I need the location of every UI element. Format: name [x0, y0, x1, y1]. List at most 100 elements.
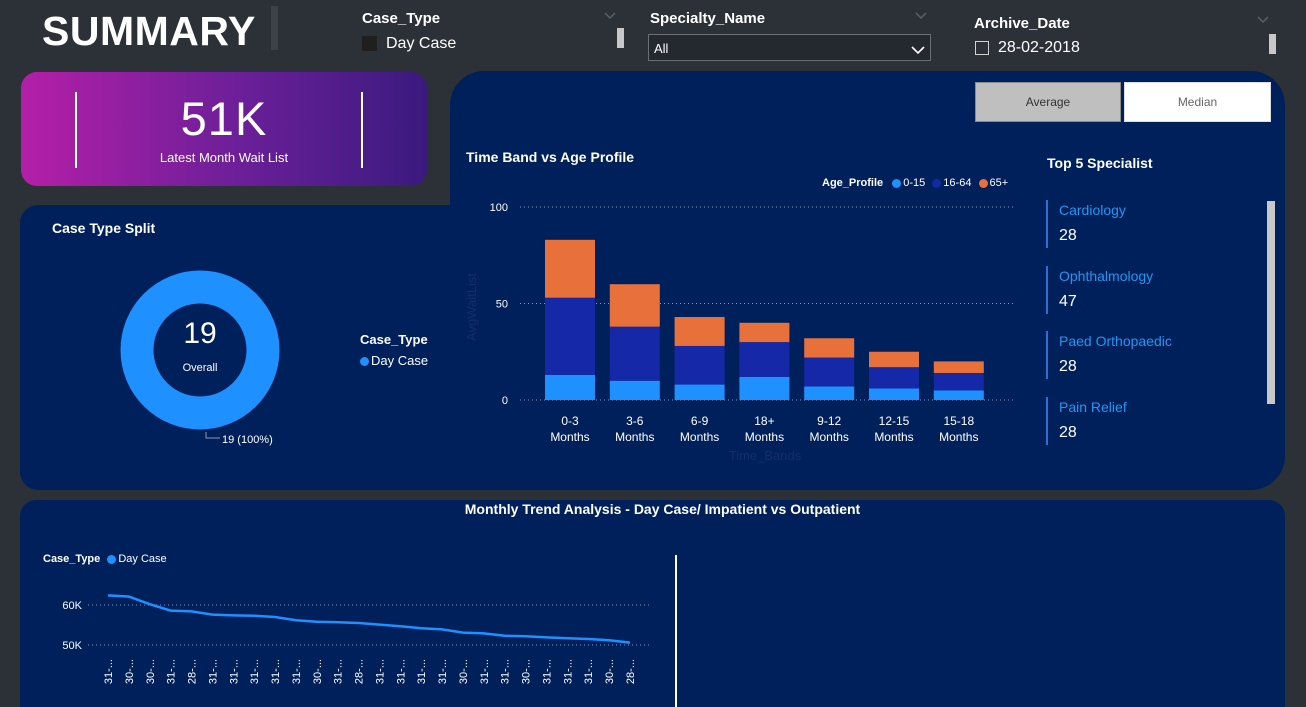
x-tick-label: 31-...: [562, 659, 574, 684]
trend-divider: [675, 555, 677, 707]
x-tick-label: 28-...: [187, 659, 199, 684]
specialist-accent-bar: [1046, 396, 1048, 445]
x-tick-label: Months: [810, 430, 849, 444]
bar-segment-16-64: [933, 372, 984, 391]
x-tick-label: 28-...: [354, 659, 366, 684]
bar-segment-16-64: [739, 342, 790, 377]
donut-legend-title: Case_Type: [360, 332, 428, 347]
bar-legend-item-1: 16-64: [943, 177, 972, 189]
x-tick-label: 31-...: [583, 659, 595, 684]
x-tick-label: 31-...: [395, 659, 407, 684]
x-tick-label: Months: [874, 430, 913, 444]
specialist-accent-bar: [1046, 265, 1048, 314]
chevron-down-icon[interactable]: [604, 12, 616, 22]
specialist-item[interactable]: Paed Orthopaedic 28: [1046, 329, 1256, 384]
donut-center-value: 19: [183, 317, 217, 350]
chevron-down-icon: [911, 42, 925, 60]
bar-legend: Age_Profile 0-15 16-64 65+: [822, 177, 1008, 189]
specialist-value: 28: [1059, 227, 1077, 244]
case-type-slicer-label: Case_Type: [362, 10, 441, 27]
bar-segment-65+: [545, 239, 595, 298]
chevron-down-icon[interactable]: [915, 12, 927, 22]
bar-segment-16-64: [609, 326, 660, 381]
bar-legend-item-0: 0-15: [903, 177, 926, 189]
y-tick-label: 50K: [62, 640, 82, 652]
bar-segment-16-64: [804, 357, 855, 387]
bar-segment-0-15: [674, 384, 725, 400]
bar-segment-65+: [869, 351, 919, 368]
archive-date-option[interactable]: 28-02-2018: [998, 39, 1080, 57]
x-tick-label: 28-...: [625, 659, 637, 684]
day-case-option[interactable]: Day Case: [386, 35, 456, 53]
donut-legend-item[interactable]: Day Case: [360, 353, 428, 368]
donut-leader-line: [205, 432, 220, 439]
chevron-down-icon[interactable]: [1257, 16, 1269, 26]
donut-legend-label: Day Case: [371, 353, 429, 368]
specialty-selected-value: All: [654, 41, 669, 56]
x-tick-label: 31-...: [228, 659, 240, 684]
trend-line: [107, 594, 631, 644]
page-title: SUMMARY: [42, 8, 256, 54]
specialty-slicer-label: Specialty_Name: [650, 10, 766, 27]
legend-dot-icon: [892, 178, 902, 188]
specialist-value: 47: [1059, 292, 1077, 310]
bar-segment-0-15: [869, 388, 919, 400]
bar-segment-0-15: [545, 374, 595, 400]
archive-date-checkbox[interactable]: [975, 41, 989, 55]
y-axis-title: AvgWaitList: [464, 273, 479, 341]
x-tick-label: 31-...: [437, 659, 449, 684]
case-type-split-panel: Case Type Split 19 Overall 19 (100%) Cas…: [20, 205, 453, 490]
case-type-scrollbar[interactable]: [617, 28, 624, 48]
bar-segment-65+: [674, 317, 725, 346]
specialist-item[interactable]: Ophthalmology 47: [1046, 264, 1256, 319]
kpi-card: 51K Latest Month Wait List: [21, 72, 427, 186]
x-tick-label: Months: [615, 430, 654, 444]
bar-segment-0-15: [933, 390, 984, 400]
y-tick-label: 50: [496, 299, 508, 311]
x-tick-label: 31-...: [166, 659, 178, 684]
x-tick-label: 31-...: [249, 659, 261, 684]
legend-dot-icon: [107, 554, 117, 564]
specialist-name: Pain Relief: [1059, 398, 1127, 415]
kpi-label: Latest Month Wait List: [159, 150, 289, 165]
specialist-list: Cardiology 28 Ophthalmology 47 Paed Orthopae…: [1046, 198, 1256, 448]
donut-center-label: Overall: [182, 362, 218, 374]
x-axis-title: Time_Bands: [729, 448, 802, 463]
median-button[interactable]: Median: [1124, 82, 1271, 122]
y-tick-label: 100: [490, 202, 508, 214]
specialist-name: Cardiology: [1059, 202, 1126, 218]
x-tick-label: 31-...: [479, 659, 491, 684]
specialist-scrollbar[interactable]: [1267, 201, 1275, 404]
bar-segment-65+: [739, 322, 790, 343]
x-tick-label: 30-...: [521, 659, 533, 684]
bar-segment-65+: [933, 361, 984, 373]
bar-chart-title: Time Band vs Age Profile: [466, 149, 635, 165]
bar-segment-16-64: [869, 367, 919, 389]
specialty-dropdown[interactable]: All: [648, 34, 931, 61]
day-case-checkbox[interactable]: [362, 36, 377, 51]
archive-date-scrollbar[interactable]: [1269, 34, 1276, 54]
bar-legend-title: Age_Profile: [822, 177, 884, 189]
legend-dot-icon: [360, 357, 369, 367]
x-tick-label: 30-...: [145, 659, 157, 684]
specialist-item[interactable]: Cardiology 28: [1046, 198, 1256, 253]
x-tick-label: 31-...: [207, 659, 219, 684]
x-tick-label: 30-...: [458, 659, 470, 684]
specialist-accent-bar: [1046, 200, 1048, 248]
specialist-item[interactable]: Pain Relief 28: [1046, 395, 1256, 450]
donut-slice-label: 19 (100%): [222, 434, 273, 446]
bar-segment-0-15: [804, 386, 855, 400]
legend-dot-icon: [978, 178, 988, 188]
x-tick-label: 15-18: [943, 414, 974, 428]
x-tick-label: 30-...: [604, 659, 616, 684]
x-tick-label: Months: [939, 430, 978, 444]
x-tick-label: 31-...: [416, 659, 428, 684]
x-tick-label: 31-...: [500, 659, 512, 684]
x-tick-label: 9-12: [817, 414, 841, 428]
bar-segment-0-15: [609, 380, 660, 400]
x-tick-label: 0-3: [561, 414, 579, 428]
average-button[interactable]: Average: [975, 82, 1121, 122]
x-tick-label: 31-...: [374, 659, 386, 684]
archive-date-slicer-label: Archive_Date: [974, 15, 1070, 32]
x-tick-label: Months: [680, 430, 719, 444]
